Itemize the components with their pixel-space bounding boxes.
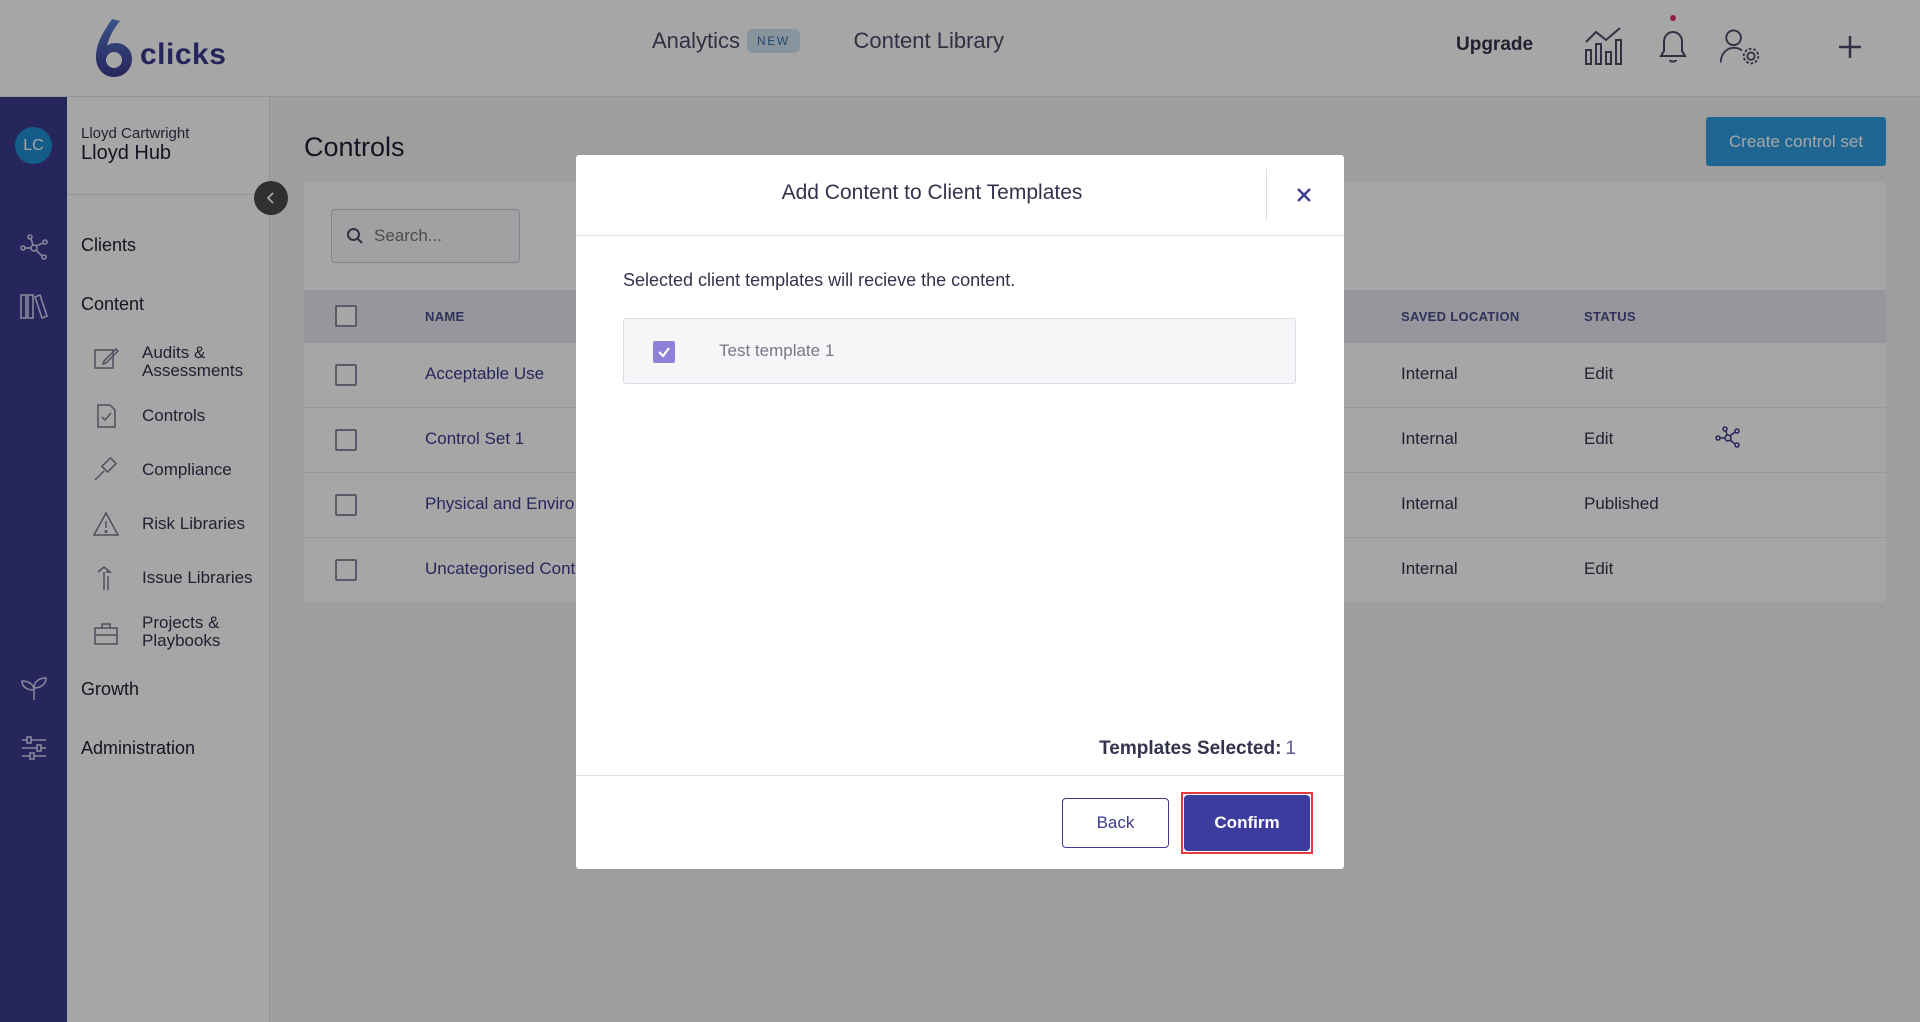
divider (1266, 169, 1267, 221)
templates-selected-label: Templates Selected: (1099, 738, 1282, 759)
templates-selected-count: Templates Selected: 1 (1099, 738, 1296, 760)
templates-selected-value: 1 (1285, 738, 1296, 759)
divider (576, 775, 1344, 776)
modal-description: Selected client templates will recieve t… (623, 270, 1016, 290)
add-content-modal: Add Content to Client Templates Selected… (576, 155, 1344, 869)
template-list-item[interactable]: Test template 1 (623, 318, 1296, 384)
divider (576, 235, 1344, 236)
back-button[interactable]: Back (1062, 798, 1169, 848)
confirm-button[interactable]: Confirm (1184, 795, 1310, 851)
close-button[interactable] (1290, 181, 1318, 209)
close-icon (1297, 188, 1311, 202)
checkmark-icon (658, 347, 670, 358)
template-name: Test template 1 (719, 341, 835, 360)
modal-title: Add Content to Client Templates (781, 181, 1083, 204)
template-checkbox[interactable] (653, 341, 675, 363)
